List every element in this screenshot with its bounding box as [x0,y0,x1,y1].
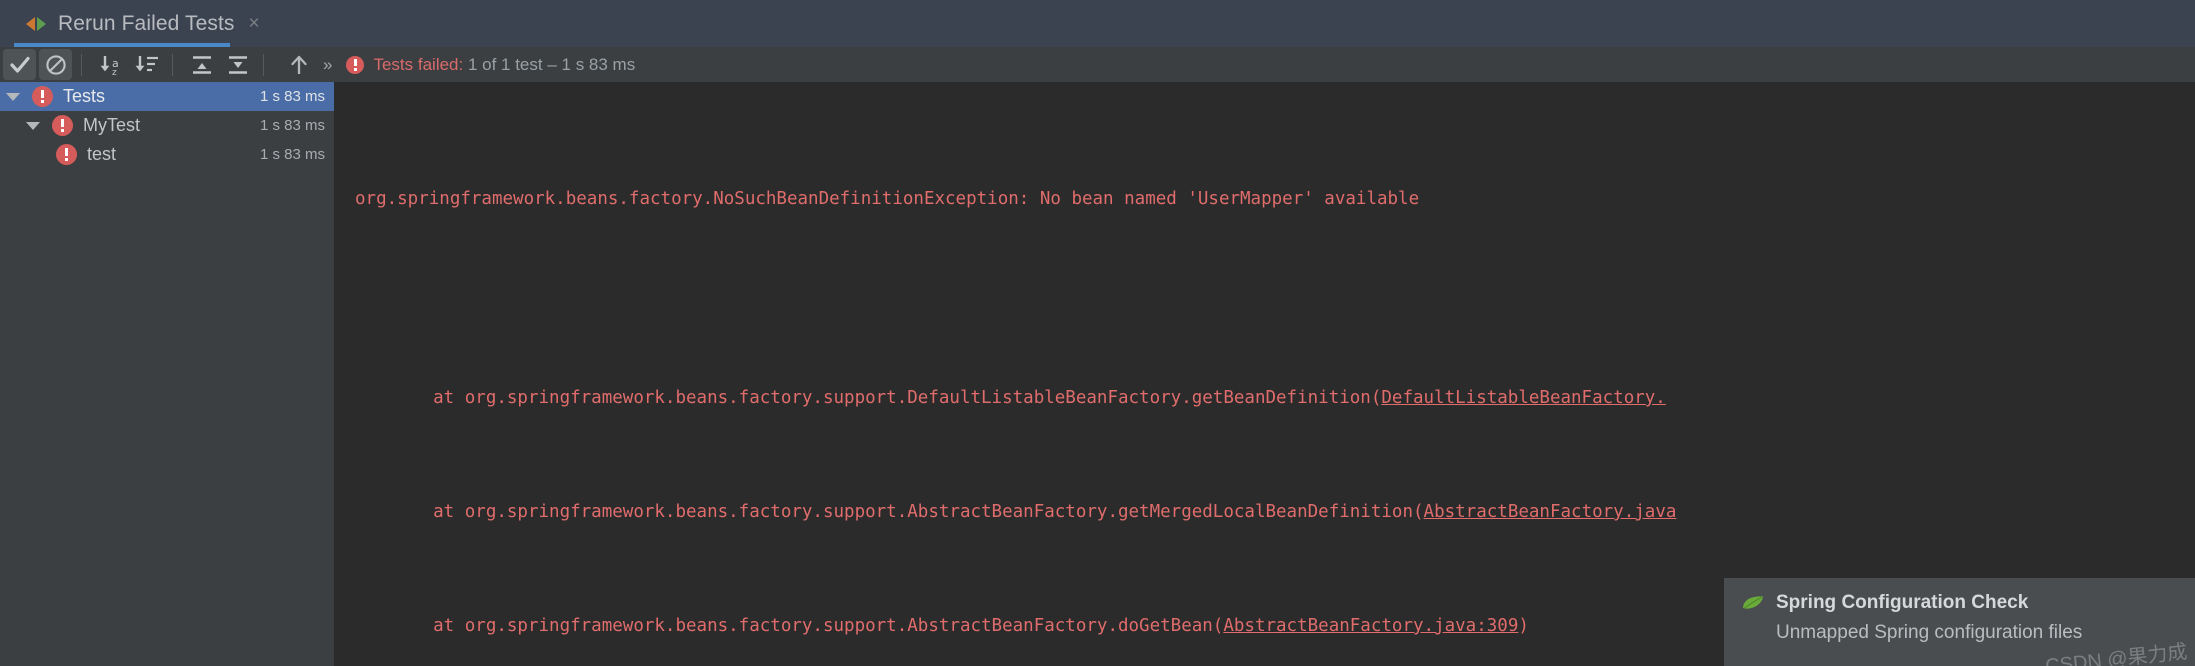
test-tree-pane: Tests 1 s 83 ms MyTest 1 s 83 ms test 1 … [0,82,334,666]
expand-all-icon [189,53,215,77]
frame-text: at org.springframework.beans.factory.sup… [391,616,1224,636]
frame-text: at org.springframework.beans.factory.sup… [391,502,1424,522]
tree-row-label: test [87,144,117,164]
frame-text: at org.springframework.beans.factory.sup… [391,388,1382,408]
circle-slash-icon [44,53,68,77]
arrow-up-icon [287,53,311,77]
notification-header: Spring Configuration Check [1742,592,2177,614]
toolbar-overflow-button[interactable]: » [323,55,333,75]
sort-alphabetically-button[interactable]: a z [94,49,127,80]
show-passed-button[interactable] [3,49,36,80]
status-counts: 1 of 1 test – 1 s 83 ms [463,54,636,74]
tree-row-mytest[interactable]: MyTest 1 s 83 ms [0,111,334,140]
status-label: Tests failed: 1 of 1 test – 1 s 83 ms [373,55,635,75]
stack-frame[interactable]: at org.springframework.beans.factory.sup… [338,384,2195,413]
chevron-down-icon[interactable] [26,121,40,130]
frame-link[interactable]: AbstractBeanFactory.java [1424,502,1677,522]
tree-row-tests[interactable]: Tests 1 s 83 ms [0,82,334,111]
previous-failed-test-button[interactable] [282,49,315,80]
sort-by-duration-icon [134,53,160,77]
tree-row-duration: 1 s 83 ms [259,117,325,134]
status-prefix: Tests failed: [373,54,464,74]
test-toolbar: a z » Tests failed: 1 of 1 test – 1 s 83… [0,47,2195,82]
stack-frame[interactable]: at org.springframework.beans.factory.sup… [338,498,2195,527]
tab-rerun-failed-tests[interactable]: Rerun Failed Tests × [10,0,274,47]
collapse-all-button[interactable] [221,49,254,80]
checkmark-icon [9,54,31,76]
tab-label: Rerun Failed Tests [58,11,235,35]
rerun-failed-tests-icon [26,14,48,34]
notification-title: Spring Configuration Check [1776,592,2029,613]
error-icon [346,55,365,74]
error-icon [32,86,53,107]
svg-text:z: z [112,68,117,77]
chevron-down-icon[interactable] [6,92,20,101]
exception-line: org.springframework.beans.factory.NoSuch… [355,188,1420,209]
notification-body: Unmapped Spring configuration files [1776,622,2083,643]
toolbar-separator [172,53,173,76]
show-ignored-button[interactable] [39,49,72,80]
error-icon [52,115,73,136]
sort-alphabetically-icon: a z [98,53,124,77]
toolbar-separator [81,53,82,76]
frame-link[interactable]: AbstractBeanFactory.java:309 [1223,616,1518,636]
test-runner-window: Rerun Failed Tests × a z » Tests failed:… [0,0,2195,666]
tab-bar: Rerun Failed Tests × [0,0,2195,47]
tree-row-label: Tests [63,86,106,106]
tree-row-test[interactable]: test 1 s 83 ms [0,140,334,169]
toolbar-separator [263,53,264,76]
test-status: Tests failed: 1 of 1 test – 1 s 83 ms [346,55,635,75]
notification-balloon[interactable]: Spring Configuration Check Unmapped Spri… [1722,578,2195,666]
expand-all-button[interactable] [185,49,218,80]
tree-row-duration: 1 s 83 ms [259,88,325,105]
sort-by-duration-button[interactable] [130,49,163,80]
frame-suffix: ) [1518,616,1529,636]
tree-row-label: MyTest [83,115,141,135]
close-icon[interactable]: × [249,14,260,33]
collapse-all-icon [225,53,251,77]
tree-row-duration: 1 s 83 ms [259,146,325,163]
error-icon [56,144,77,165]
frame-link[interactable]: DefaultListableBeanFactory. [1381,388,1665,408]
spring-leaf-icon [1742,595,1764,611]
